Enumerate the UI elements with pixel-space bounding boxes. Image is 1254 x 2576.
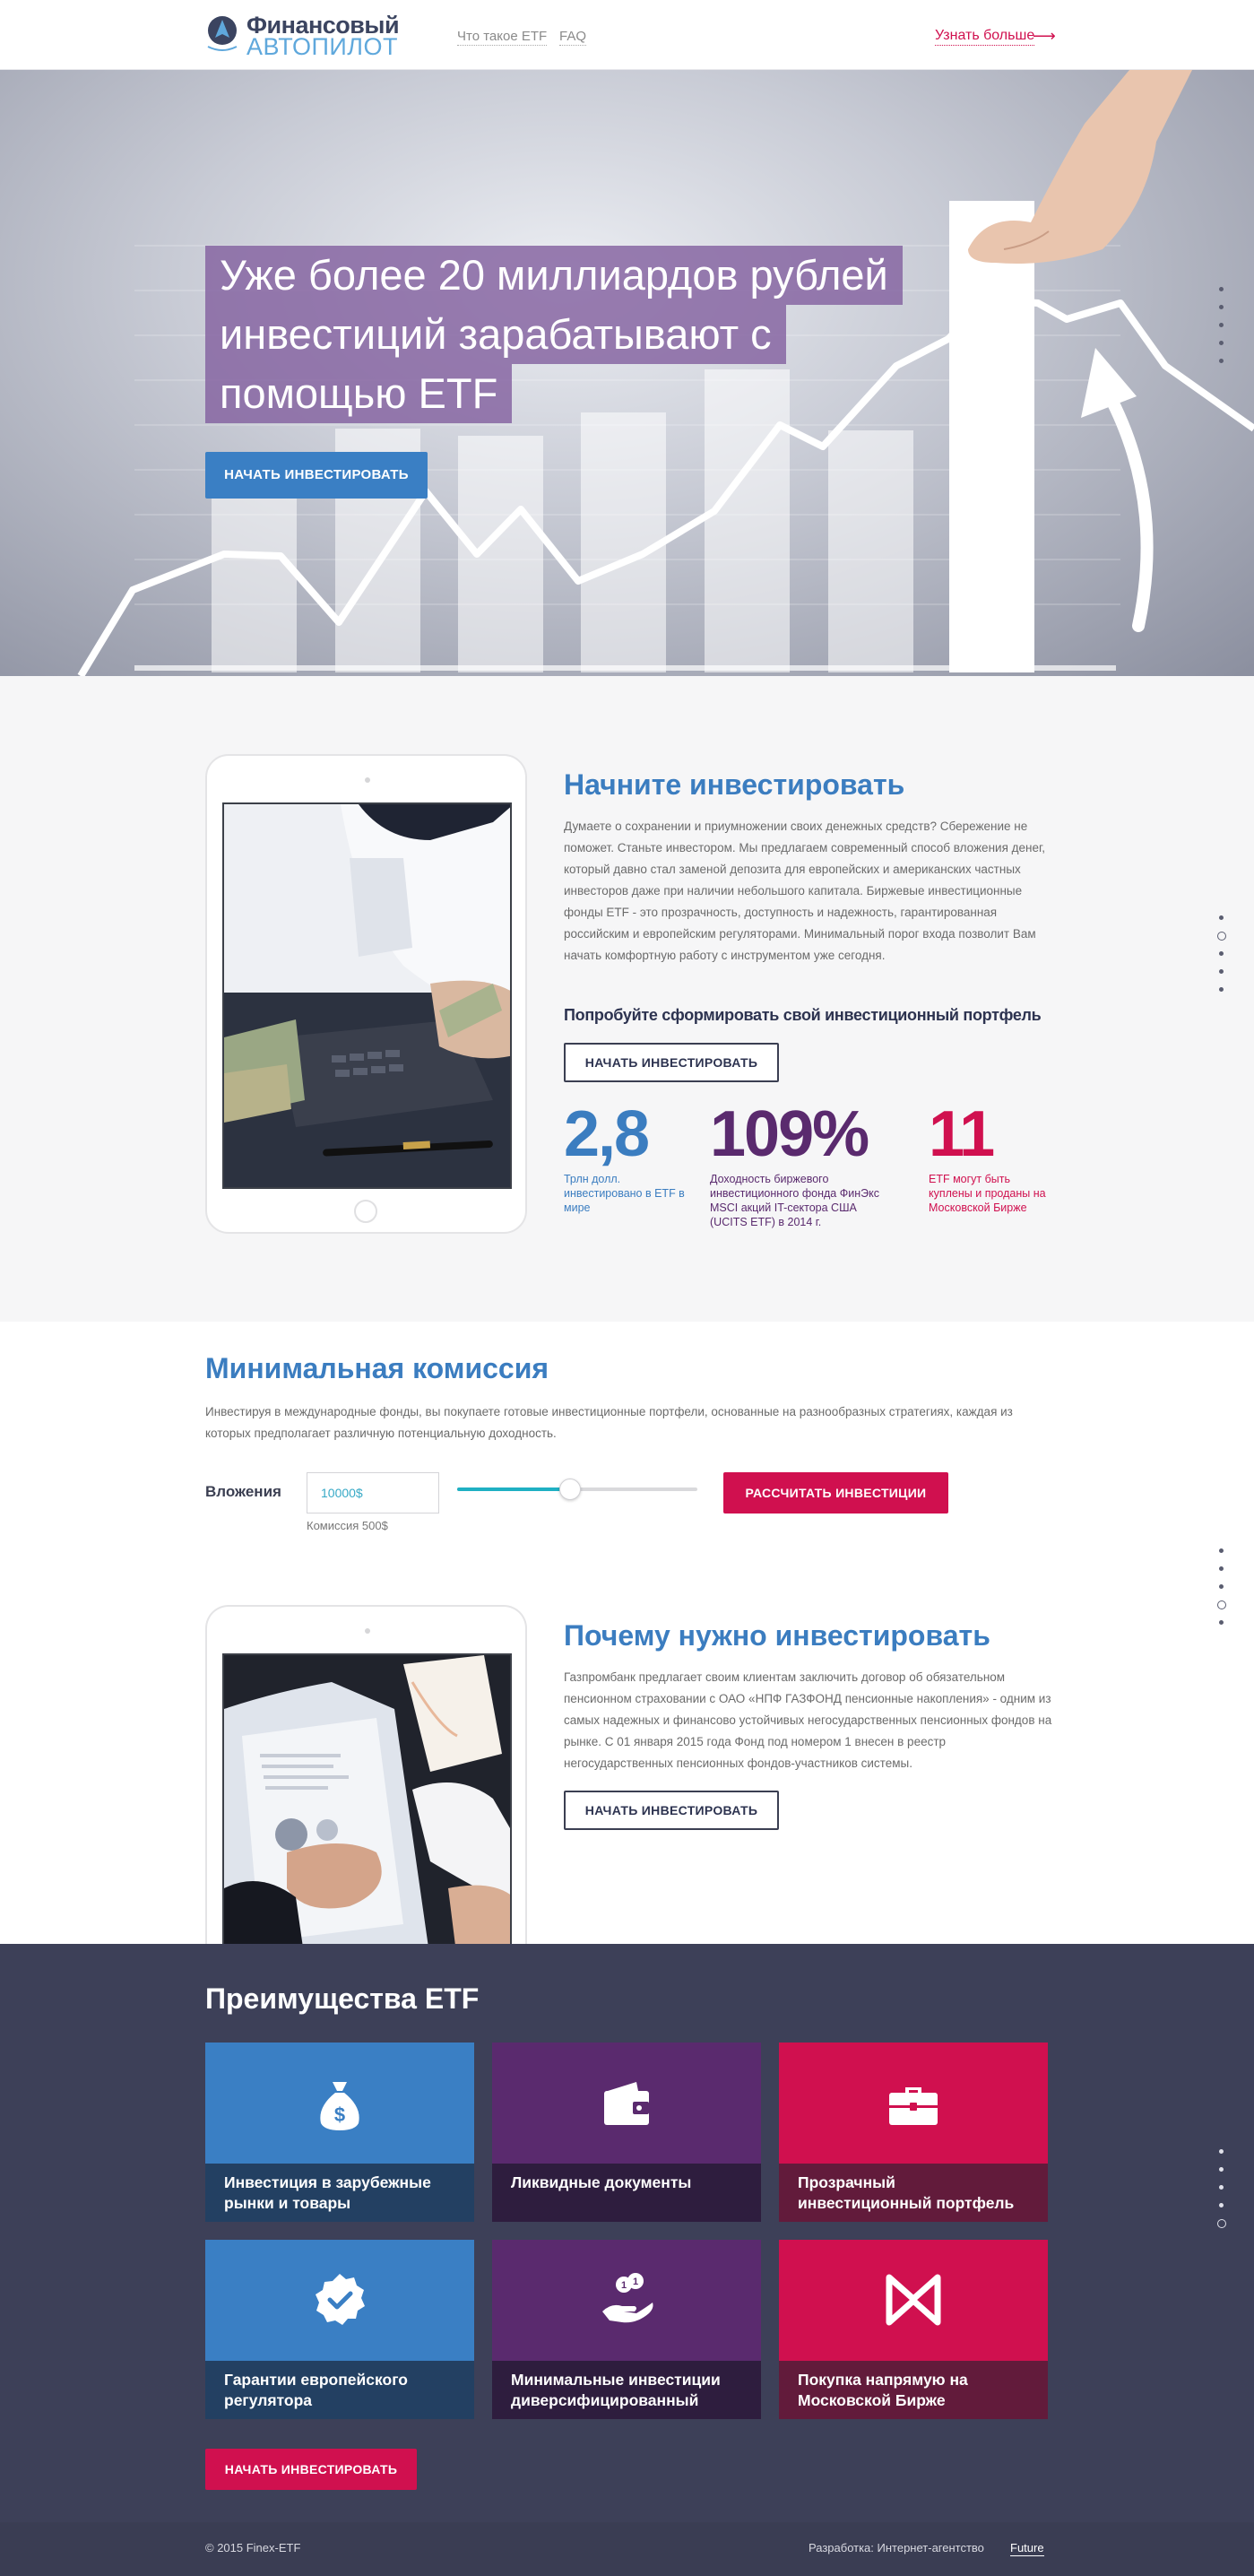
section-dot[interactable] xyxy=(1219,1566,1224,1571)
stat-caption: Трлн долл. инвестировано в ETF в мире xyxy=(564,1173,685,1214)
calculate-investments-button[interactable]: РАССЧИТАТЬ ИНВЕСТИЦИИ xyxy=(723,1472,948,1514)
stat-value: 109% xyxy=(710,1098,869,1170)
site-footer xyxy=(0,2522,1254,2576)
developer-link[interactable]: Future xyxy=(1010,2541,1044,2556)
start-investing-button[interactable]: НАЧАТЬ ИНВЕСТИРОВАТЬ xyxy=(564,1043,779,1082)
site-header: Финансовый АВТОПИЛОТ Что такое ETF FAQ У… xyxy=(0,0,1254,70)
advantage-card[interactable]: Гарантии европейского регулятора xyxy=(205,2240,474,2419)
section-dot-active[interactable] xyxy=(1217,932,1226,941)
svg-text:1: 1 xyxy=(633,2277,638,2287)
section-dot[interactable] xyxy=(1219,2167,1224,2172)
section-nav-dots xyxy=(1217,915,1226,996)
section-dot[interactable] xyxy=(1219,323,1224,327)
learn-more-link[interactable]: Узнать больше xyxy=(935,27,1035,46)
investment-slider-fill xyxy=(457,1487,570,1491)
section-dot-active[interactable] xyxy=(1217,2219,1226,2228)
logo-text-line2: АВТОПИЛОТ xyxy=(246,33,399,60)
advantages-start-investing-button[interactable]: НАЧАТЬ ИНВЕСТИРОВАТЬ xyxy=(205,2449,417,2490)
commission-text: Инвестируя в международные фонды, вы пок… xyxy=(205,1405,1013,1440)
why-invest-text: Газпромбанк предлагает своим клиентам за… xyxy=(564,1670,1052,1770)
hero-headline-line: инвестиций зарабатывают с xyxy=(205,305,786,364)
start-investing-button[interactable]: НАЧАТЬ ИНВЕСТИРОВАТЬ xyxy=(564,1791,779,1830)
section-dot[interactable] xyxy=(1219,2185,1224,2190)
advantage-card[interactable]: Покупка напрямую на Московской Бирже xyxy=(779,2240,1048,2419)
advantages-title: Преимущества ETF xyxy=(205,1982,480,2015)
logo-emblem-icon xyxy=(207,16,238,51)
tablet-photo-money xyxy=(222,802,512,1189)
advantage-card-label: Гарантии европейского регулятора xyxy=(205,2361,474,2419)
section-dot[interactable] xyxy=(1219,1548,1224,1553)
hand-coins-icon: 1 1 xyxy=(602,2273,653,2323)
nav-link-faq[interactable]: FAQ xyxy=(559,29,587,46)
hero-headline: Уже более 20 миллиардов рублей инвестици… xyxy=(205,246,940,423)
advantages-section xyxy=(0,1944,1254,2522)
hero-start-investing-button[interactable]: НАЧАТЬ ИНВЕСТИРОВАТЬ xyxy=(205,452,428,499)
section-dot[interactable] xyxy=(1219,287,1224,291)
portfolio-subtitle: Попробуйте сформировать свой инвестицион… xyxy=(564,1006,1042,1024)
stat-value: 2,8 xyxy=(564,1098,650,1170)
advantage-card-label: Инвестиция в зарубежные рынки и товары xyxy=(205,2164,474,2222)
section-dot[interactable] xyxy=(1219,987,1224,992)
section-nav-dots xyxy=(1217,1548,1226,1629)
advantage-card-label: Прозрачный инвестиционный портфель xyxy=(779,2164,1048,2222)
wallet-icon xyxy=(604,2082,649,2125)
arrow-right-icon: ⟶ xyxy=(1033,27,1056,45)
stat-caption: Доходность биржевого инвестиционного фон… xyxy=(710,1173,879,1228)
section-dot[interactable] xyxy=(1219,1584,1224,1589)
investment-amount-input[interactable]: 10000$ xyxy=(307,1472,439,1514)
nav-link-what-is-etf[interactable]: Что такое ETF xyxy=(457,29,548,46)
tablet-mockup xyxy=(205,1605,527,1982)
advantage-card[interactable]: 1 1 Минимальные инвестиции диверсифициро… xyxy=(492,2240,761,2419)
investment-label: Вложения xyxy=(205,1483,281,1500)
advantage-card-label: Минимальные инвестиции диверсифицированн… xyxy=(492,2361,761,2419)
advantage-card[interactable]: Прозрачный инвестиционный портфель xyxy=(779,2043,1048,2222)
developer-credit: Разработка: Интернет-агентство xyxy=(809,2541,984,2554)
section-nav-dots xyxy=(1217,287,1226,377)
tablet-home-button xyxy=(354,1200,377,1223)
advantage-card-label: Покупка напрямую на Московской Бирже xyxy=(779,2361,1048,2419)
advantage-card-label: Ликвидные документы xyxy=(492,2164,761,2222)
moex-logo-icon xyxy=(886,2274,941,2326)
section-dot[interactable] xyxy=(1219,2203,1224,2207)
section-dot[interactable] xyxy=(1219,341,1224,345)
hero-banner: Уже более 20 миллиардов рублей инвестици… xyxy=(0,70,1254,676)
svg-text:$: $ xyxy=(334,2103,345,2126)
start-investing-title: Начните инвестировать xyxy=(564,768,905,801)
section-dot[interactable] xyxy=(1219,915,1224,920)
copyright-text: © 2015 Finex-ETF xyxy=(205,2541,301,2554)
briefcase-icon xyxy=(889,2087,938,2125)
advantage-card[interactable]: $ Инвестиция в зарубежные рынки и товары xyxy=(205,2043,474,2222)
section-dot-active[interactable] xyxy=(1217,1600,1226,1609)
verified-badge-icon xyxy=(316,2274,365,2325)
tablet-camera xyxy=(365,1628,370,1634)
hero-headline-line: помощью ETF xyxy=(205,364,513,423)
svg-text:1: 1 xyxy=(621,2280,627,2291)
money-bag-icon: $ xyxy=(320,2082,359,2130)
tablet-photo-documents xyxy=(222,1653,512,1958)
tablet-camera xyxy=(365,777,370,783)
stat-value: 11 xyxy=(929,1098,995,1170)
why-invest-title: Почему нужно инвестировать xyxy=(564,1619,990,1652)
investment-slider-handle[interactable] xyxy=(558,1479,581,1500)
hero-headline-line: Уже более 20 миллиардов рублей xyxy=(205,246,903,305)
section-dot[interactable] xyxy=(1219,1620,1224,1625)
tablet-mockup xyxy=(205,754,527,1234)
section-dot[interactable] xyxy=(1219,305,1224,309)
section-dot[interactable] xyxy=(1219,2149,1224,2154)
stat-caption: ETF могут быть куплены и проданы на Моск… xyxy=(929,1173,1046,1214)
section-nav-dots xyxy=(1217,2149,1226,2230)
site-logo[interactable]: Финансовый АВТОПИЛОТ xyxy=(205,13,400,59)
commission-title: Минимальная комиссия xyxy=(205,1352,549,1384)
section-dot[interactable] xyxy=(1219,969,1224,974)
commission-value: Комиссия 500$ xyxy=(307,1519,388,1532)
start-investing-text: Думаете о сохранении и приумножении свои… xyxy=(564,820,1046,962)
section-dot[interactable] xyxy=(1219,951,1224,956)
section-dot[interactable] xyxy=(1219,359,1224,363)
advantage-card[interactable]: Ликвидные документы xyxy=(492,2043,761,2222)
